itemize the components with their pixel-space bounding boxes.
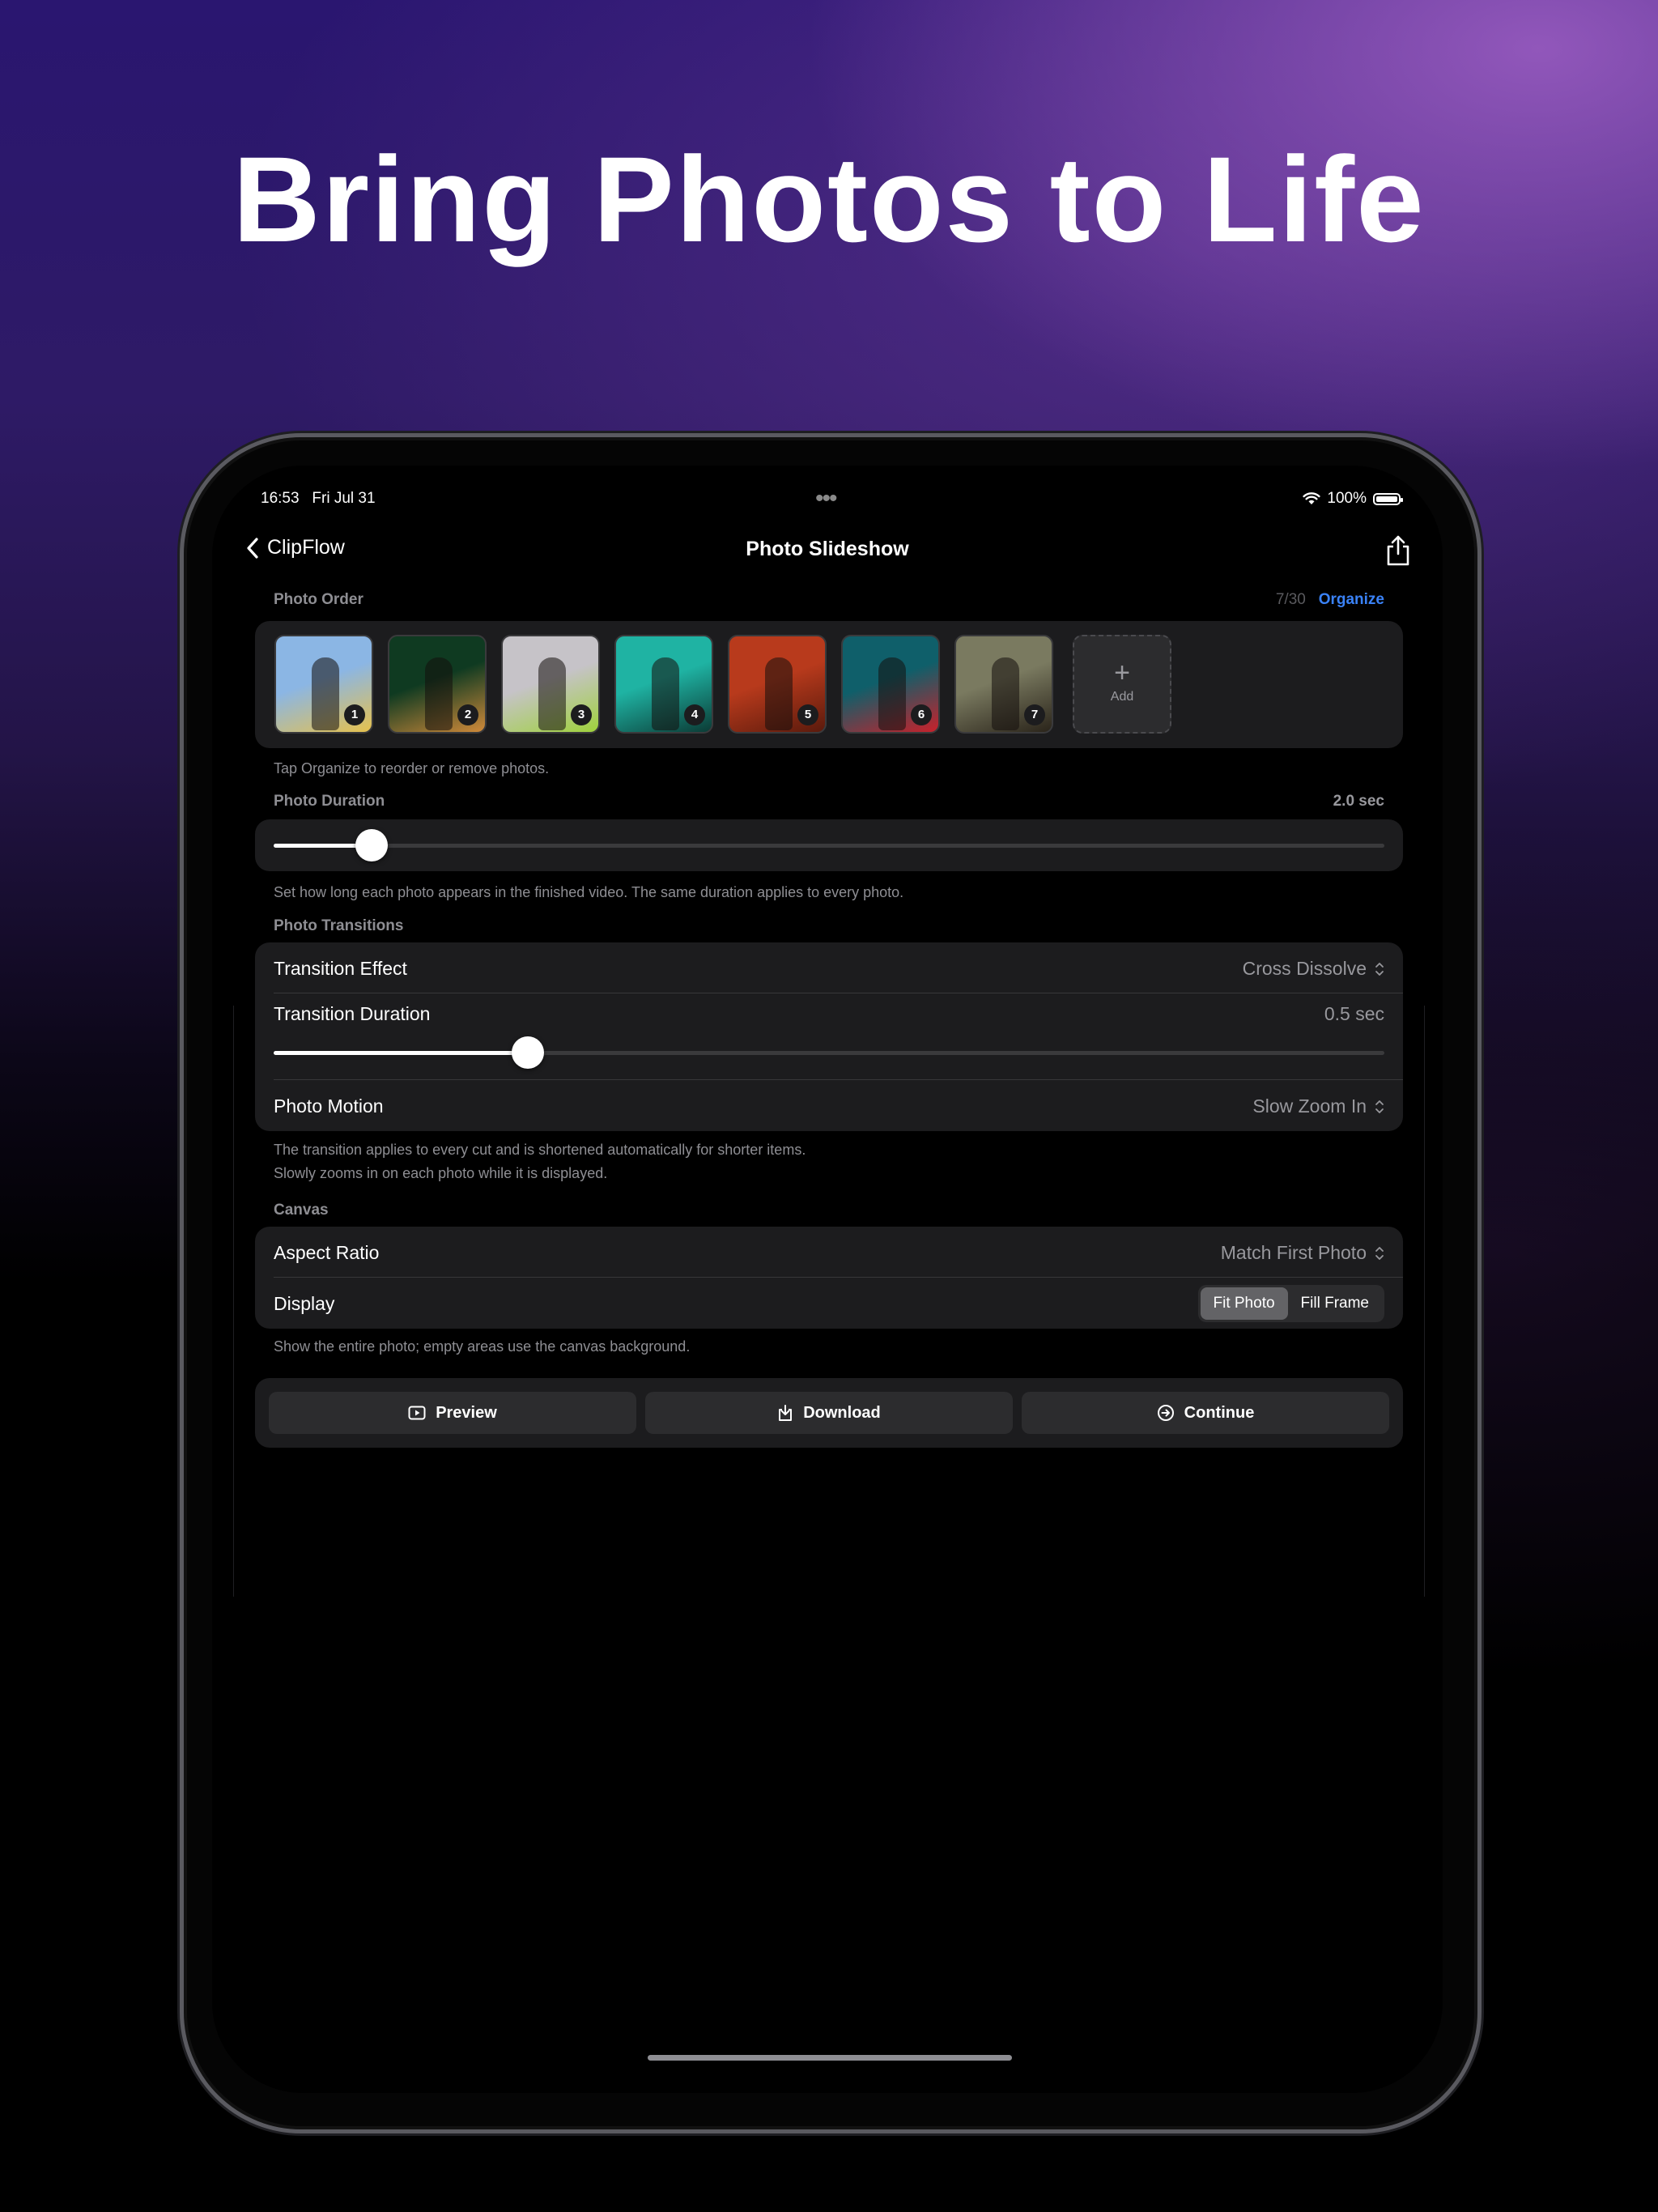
continue-label: Continue	[1184, 1403, 1255, 1422]
battery-percent: 100%	[1327, 490, 1367, 507]
transitions-hint-line-1: The transition applies to every cut and …	[274, 1142, 806, 1158]
photo-motion-picker[interactable]: Slow Zoom In	[1252, 1095, 1384, 1117]
photo-transitions-header: Photo Transitions	[274, 917, 404, 934]
split-view-edge	[233, 1006, 234, 1597]
app-screen: 16:53 Fri Jul 31 ••• 100% ClipFlow Photo…	[212, 466, 1443, 2093]
photo-order-badge: 4	[684, 704, 705, 725]
photo-subject	[538, 657, 566, 730]
aspect-ratio-label: Aspect Ratio	[274, 1242, 380, 1263]
transition-duration-slider-fill	[274, 1051, 529, 1055]
photo-count: 7/30	[1275, 591, 1306, 608]
transition-effect-value: Cross Dissolve	[1242, 958, 1367, 979]
divider	[274, 1079, 1403, 1080]
photo-subject	[992, 657, 1019, 730]
photo-thumbnail[interactable]: 7	[954, 635, 1053, 734]
photo-order-badge: 5	[797, 704, 818, 725]
fill-frame-segment[interactable]: Fill Frame	[1288, 1287, 1382, 1320]
fit-photo-segment[interactable]: Fit Photo	[1200, 1287, 1288, 1320]
photo-order-badge: 7	[1024, 704, 1045, 725]
aspect-ratio-picker[interactable]: Match First Photo	[1221, 1242, 1384, 1264]
photo-order-header: Photo Order	[274, 591, 363, 608]
photo-thumbnail[interactable]: 3	[501, 635, 600, 734]
canvas-hint: Show the entire photo; empty areas use t…	[274, 1338, 691, 1355]
photo-thumbnail[interactable]: 5	[728, 635, 827, 734]
photo-thumbnail[interactable]: 6	[841, 635, 940, 734]
photo-motion-label: Photo Motion	[274, 1095, 384, 1117]
page-title: Photo Slideshow	[746, 538, 909, 560]
photo-thumbnail[interactable]: 2	[388, 635, 487, 734]
transition-duration-value: 0.5 sec	[1324, 1003, 1384, 1024]
canvas-card: Aspect Ratio Match First Photo Display F…	[255, 1227, 1403, 1329]
photo-duration-slider[interactable]	[274, 844, 1384, 848]
play-rectangle-icon	[408, 1406, 426, 1420]
photo-order-badge: 2	[457, 704, 478, 725]
share-icon[interactable]	[1384, 534, 1412, 567]
status-bar: 16:53 Fri Jul 31 ••• 100%	[212, 466, 1443, 512]
continue-button[interactable]: Continue	[1022, 1392, 1389, 1434]
organize-button[interactable]: Organize	[1319, 591, 1384, 608]
photo-order-badge: 3	[571, 704, 592, 725]
photo-order-actions: 7/30 Organize	[1276, 591, 1384, 609]
transition-duration-slider-thumb[interactable]	[512, 1036, 545, 1069]
photo-duration-slider-thumb[interactable]	[355, 829, 388, 861]
chevron-up-down-icon	[1375, 1100, 1384, 1113]
transitions-hint-line-2: Slowly zooms in on each photo while it i…	[274, 1165, 608, 1181]
promo-headline: Bring Photos to Life	[232, 131, 1426, 267]
aspect-ratio-value: Match First Photo	[1220, 1242, 1367, 1263]
transition-effect-picker[interactable]: Cross Dissolve	[1243, 958, 1384, 980]
battery-icon	[1373, 492, 1403, 505]
arrow-circle-right-icon	[1157, 1405, 1174, 1421]
status-time: 16:53 Fri Jul 31	[261, 490, 376, 507]
photo-subject	[312, 657, 339, 730]
download-label: Download	[803, 1403, 881, 1422]
photo-subject	[765, 657, 793, 730]
photo-transitions-card: Transition Effect Cross Dissolve Transit…	[255, 942, 1403, 1131]
preview-button[interactable]: Preview	[269, 1392, 636, 1434]
photo-subject	[652, 657, 679, 730]
divider	[274, 1277, 1403, 1278]
multitasking-dots-icon[interactable]: •••	[815, 485, 837, 513]
download-icon	[779, 1405, 793, 1421]
photo-subject	[425, 657, 453, 730]
plus-icon: +	[1114, 657, 1130, 688]
transition-duration-label: Transition Duration	[274, 1003, 431, 1024]
add-photo-button[interactable]: + Add	[1073, 635, 1171, 734]
add-photo-label: Add	[1110, 690, 1134, 704]
download-button[interactable]: Download	[645, 1392, 1013, 1434]
display-label: Display	[274, 1293, 335, 1314]
photo-duration-header: Photo Duration	[274, 793, 385, 810]
photo-duration-value: 2.0 sec	[1333, 793, 1384, 810]
photo-order-badge: 1	[344, 704, 365, 725]
status-right: 100%	[1303, 490, 1403, 508]
photo-duration-hint: Set how long each photo appears in the f…	[274, 884, 904, 900]
photo-order-badge: 6	[911, 704, 932, 725]
display-segmented-control: Fit Photo Fill Frame	[1197, 1285, 1384, 1322]
transition-effect-label: Transition Effect	[274, 958, 407, 979]
photo-subject	[878, 657, 906, 730]
chevron-up-down-icon	[1375, 962, 1384, 976]
transition-duration-slider[interactable]	[274, 1051, 1384, 1055]
photo-motion-value: Slow Zoom In	[1252, 1095, 1367, 1117]
navigation-bar: ClipFlow Photo Slideshow	[212, 526, 1443, 575]
split-view-edge	[1424, 1006, 1425, 1597]
photo-duration-card	[255, 819, 1403, 871]
photo-order-hint: Tap Organize to reorder or remove photos…	[274, 760, 550, 776]
preview-label: Preview	[436, 1403, 497, 1422]
photo-strip: 1 2 3 4 5 6 7 + Add	[255, 621, 1403, 748]
canvas-header: Canvas	[274, 1202, 329, 1219]
action-bar: Preview Download Continue	[255, 1378, 1403, 1448]
wifi-icon	[1303, 492, 1320, 504]
photo-thumbnail[interactable]: 4	[614, 635, 713, 734]
chevron-up-down-icon	[1375, 1246, 1384, 1260]
photo-thumbnail[interactable]: 1	[274, 635, 373, 734]
home-indicator[interactable]	[648, 2055, 1012, 2061]
transitions-hint: The transition applies to every cut and …	[274, 1138, 806, 1185]
